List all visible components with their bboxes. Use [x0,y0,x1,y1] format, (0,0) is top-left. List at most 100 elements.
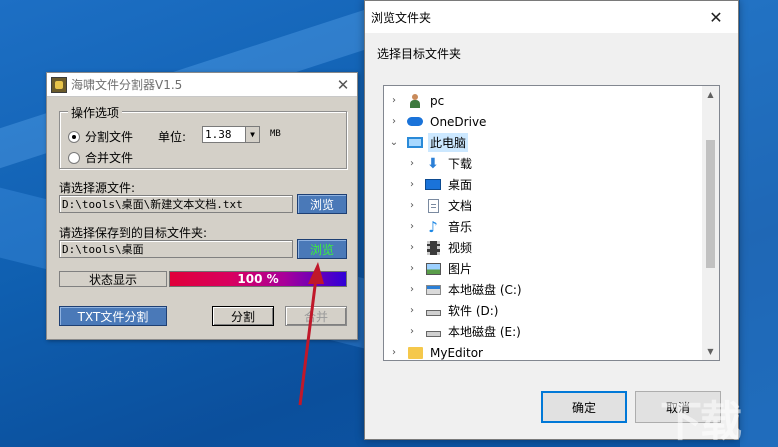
split-button[interactable]: 分割 [212,306,274,326]
progress-text: 100 % [237,272,279,286]
chevron-right-icon[interactable]: › [406,263,418,274]
chevron-down-icon[interactable]: ⌄ [388,137,400,148]
tree-item[interactable]: › ⬇ 下载 [384,153,702,174]
tree-item-label: 桌面 [448,178,473,192]
ok-button[interactable]: 确定 [541,391,627,423]
dialog-titlebar[interactable]: 浏览文件夹 ✕ [365,1,738,33]
split-file-label: 分割文件 [85,130,134,144]
radio-selected-icon [68,130,80,143]
document-icon [424,198,442,214]
wallpaper-light-beam [740,0,778,447]
chevron-right-icon[interactable]: › [388,95,400,106]
dialog-instruction: 选择目标文件夹 [377,47,462,61]
tree-item-label: pc [430,93,445,108]
unit-label: 单位: [158,130,187,144]
scrollbar-thumb[interactable] [706,140,715,268]
chevron-right-icon[interactable]: › [406,305,418,316]
drive-icon [424,303,442,319]
tree-item[interactable]: › 桌面 [384,174,702,195]
tree-item[interactable]: ⌄ 此电脑 [384,132,702,153]
dialog-title: 浏览文件夹 [371,10,432,25]
user-icon [406,93,424,109]
tree-item[interactable]: › MyEditor [384,342,702,361]
close-icon: ✕ [336,75,350,94]
splitter-titlebar[interactable]: 海啸文件分割器V1.5 ✕ [47,73,357,97]
drive-icon-shape [425,330,441,337]
close-icon: ✕ [709,7,723,27]
tree-item-label: 此电脑 [428,133,469,152]
browse-target-button[interactable]: 浏览 [297,239,347,259]
radio-unselected-icon [68,151,80,164]
computer-icon-shape [407,137,423,148]
download-icon: ⬇ [427,155,439,172]
chevron-right-icon[interactable]: › [406,179,418,190]
computer-icon [406,135,424,151]
tree-item-label: 软件 (D:) [448,304,499,318]
folder-tree[interactable]: › pc › OneDrive ⌄ 此电脑 › ⬇ 下载 › 桌面 › 文档 › ♪ 音乐 › 视频 › 图片 › 本地磁… [383,85,720,361]
tree-item-label: 下载 [448,157,473,171]
tree-item-label: 图片 [448,262,473,276]
picture-icon-shape [425,262,441,275]
chevron-right-icon[interactable]: › [406,284,418,295]
tree-item-label: 本地磁盘 (E:) [448,325,521,339]
unit-size-value: 1.38 [205,128,232,141]
drive-icon [424,324,442,340]
tree-item[interactable]: › 文档 [384,195,702,216]
chevron-right-icon[interactable]: › [406,221,418,232]
tree-item[interactable]: › pc [384,90,702,111]
options-group-title: 操作选项 [68,104,123,121]
desktop-icon [424,177,442,193]
tree-item[interactable]: › 本地磁盘 (C:) [384,279,702,300]
tree-item[interactable]: › 本地磁盘 (E:) [384,321,702,342]
source-path-field[interactable]: D:\tools\桌面\新建文本文档.txt [59,195,293,213]
tree-item[interactable]: › ♪ 音乐 [384,216,702,237]
chevron-right-icon[interactable]: › [406,242,418,253]
merge-file-label: 合并文件 [85,151,134,165]
tree-item[interactable]: › OneDrive [384,111,702,132]
splitter-title: 海啸文件分割器V1.5 [71,78,183,92]
target-path-field[interactable]: D:\tools\桌面 [59,240,293,258]
chevron-right-icon[interactable]: › [388,347,400,358]
dialog-close-button[interactable]: ✕ [694,1,738,33]
document-icon-shape [427,198,439,213]
txt-split-button[interactable]: TXT文件分割 [59,306,167,326]
merge-button[interactable]: 合并 [285,306,347,326]
chevron-right-icon[interactable]: › [406,200,418,211]
unit-size-select[interactable]: 1.38 ▼ [202,126,260,143]
chevron-right-icon[interactable]: › [406,326,418,337]
video-icon-shape [426,240,440,255]
options-groupbox: 操作选项 分割文件 合并文件 单位: 1.38 ▼ MB [59,104,347,169]
tree-item-label: MyEditor [430,345,483,360]
tree-item[interactable]: › 图片 [384,258,702,279]
split-file-radio[interactable]: 分割文件 [68,128,133,145]
chevron-right-icon[interactable]: › [406,158,418,169]
folder-icon-shape [407,346,423,359]
tree-item-label: 文档 [448,199,473,213]
cloud-icon [406,114,424,130]
scroll-up-icon[interactable]: ▲ [702,86,719,103]
tree-item[interactable]: › 软件 (D:) [384,300,702,321]
status-label: 状态显示 [59,271,167,287]
user-icon-shape [409,93,421,108]
chevron-down-icon[interactable]: ▼ [245,127,259,142]
tree-item[interactable]: › 视频 [384,237,702,258]
folder-icon [406,345,424,361]
desktop-icon-shape [425,179,441,190]
tree-scrollbar[interactable]: ▲ ▼ [702,86,719,360]
tree-item-label: OneDrive [430,114,487,129]
drive-icon-shape [425,309,441,316]
watermark-logo: 下载吧 [660,397,742,446]
splitter-close-button[interactable]: ✕ [329,73,357,97]
system-drive-icon [424,282,442,298]
scroll-down-icon[interactable]: ▼ [702,343,719,360]
unit-suffix: MB [270,129,281,139]
merge-file-radio[interactable]: 合并文件 [68,149,133,166]
app-logo-icon [51,76,67,93]
video-icon [424,240,442,256]
picture-icon [424,261,442,277]
browse-source-button[interactable]: 浏览 [297,194,347,214]
source-file-label: 请选择源文件: [59,181,136,195]
chevron-right-icon[interactable]: › [388,116,400,127]
browse-folder-dialog: 浏览文件夹 ✕ 选择目标文件夹 › pc › OneDrive ⌄ 此电脑 › ⬇ 下载 › 桌面 ›… [364,0,739,440]
splitter-window: 海啸文件分割器V1.5 ✕ 操作选项 分割文件 合并文件 单位: 1.38 ▼ … [46,72,358,340]
